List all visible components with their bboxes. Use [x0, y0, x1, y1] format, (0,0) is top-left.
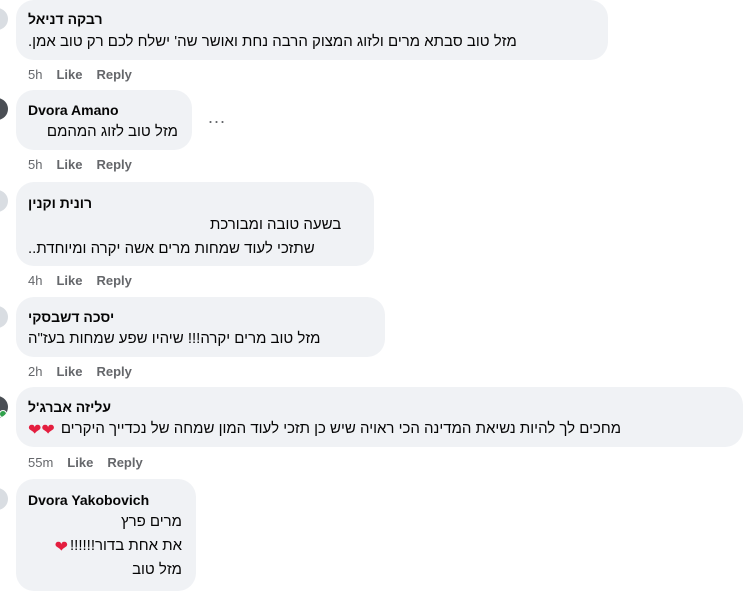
comment-time[interactable]: 55m [28, 455, 53, 470]
comment-text: מרים פרץ [121, 513, 182, 530]
comment-text: את אחת בדור!!!!!! [70, 537, 182, 554]
avatar[interactable] [0, 396, 8, 418]
comment-bubble: Dvora Amano מזל טוב לזוג המהמם [16, 90, 192, 150]
avatar[interactable] [0, 306, 8, 328]
online-status-icon [0, 410, 7, 418]
heart-emoji-icon: ❤ [54, 536, 69, 556]
comment-bubble: עליזה אברג'ל ❤❤ מחכים לך להיות נשיאת המד… [16, 387, 743, 447]
comment-actions: 5h Like Reply [28, 67, 146, 82]
comment-bubble: יסכה דשבסקי מזל טוב מרים יקרה!!! שיהיו ש… [16, 297, 385, 357]
comment-text-row: ❤❤ מחכים לך להיות נשיאת המדינה הכי ראויה… [28, 419, 621, 439]
reply-button[interactable]: Reply [96, 157, 131, 172]
comment-text: מזל טוב [132, 561, 182, 578]
avatar[interactable] [0, 98, 8, 120]
comment-author[interactable]: רונית וקנין [28, 194, 92, 212]
like-button[interactable]: Like [56, 157, 82, 172]
comment-actions: 5h Like Reply [28, 157, 146, 172]
comment-actions: 4h Like Reply [28, 273, 146, 288]
comment-text: מזל טוב סבתא מרים ולזוג המצוק הרבה נחת ו… [28, 33, 517, 50]
like-button[interactable]: Like [56, 67, 82, 82]
comment-bubble: רונית וקנין בשעה טובה ומבורכת שתזכי לעוד… [16, 182, 374, 266]
reply-button[interactable]: Reply [96, 67, 131, 82]
comment-author[interactable]: רבקה דניאל [28, 10, 103, 28]
reply-button[interactable]: Reply [107, 455, 142, 470]
comment-author[interactable]: Dvora Yakobovich [28, 491, 149, 509]
comment-time[interactable]: 4h [28, 273, 42, 288]
comment-author[interactable]: עליזה אברג'ל [28, 398, 111, 416]
more-options-icon[interactable]: ... [208, 108, 226, 126]
like-button[interactable]: Like [56, 364, 82, 379]
comment-actions: 2h Like Reply [28, 364, 146, 379]
comment-text-row: ❤ את אחת בדור!!!!!! [55, 536, 182, 556]
comment-time[interactable]: 5h [28, 67, 42, 82]
comment-author[interactable]: יסכה דשבסקי [28, 308, 114, 326]
comment-text: מזל טוב לזוג המהמם [46, 123, 178, 140]
comment-time[interactable]: 5h [28, 157, 42, 172]
comment-bubble: רבקה דניאל מזל טוב סבתא מרים ולזוג המצוק… [16, 0, 608, 60]
like-button[interactable]: Like [56, 273, 82, 288]
comment-text: מחכים לך להיות נשיאת המדינה הכי ראויה שי… [60, 420, 622, 437]
comment-author[interactable]: Dvora Amano [28, 101, 119, 119]
heart-emoji-icon: ❤❤ [28, 419, 55, 439]
comment-bubble: Dvora Yakobovich מרים פרץ ❤ את אחת בדור!… [16, 479, 196, 591]
comment-text: שתזכי לעוד שמחות מרים אשה יקרה ומיוחדת.. [28, 240, 315, 257]
comment-time[interactable]: 2h [28, 364, 42, 379]
reply-button[interactable]: Reply [96, 364, 131, 379]
avatar[interactable] [0, 488, 8, 510]
avatar[interactable] [0, 8, 8, 30]
like-button[interactable]: Like [67, 455, 93, 470]
comment-text: בשעה טובה ומבורכת [210, 216, 342, 233]
avatar[interactable] [0, 190, 8, 212]
comment-text: מזל טוב מרים יקרה!!! שיהיו שפע שמחות בעז… [28, 330, 321, 347]
comment-actions: 55m Like Reply [28, 455, 157, 470]
reply-button[interactable]: Reply [96, 273, 131, 288]
